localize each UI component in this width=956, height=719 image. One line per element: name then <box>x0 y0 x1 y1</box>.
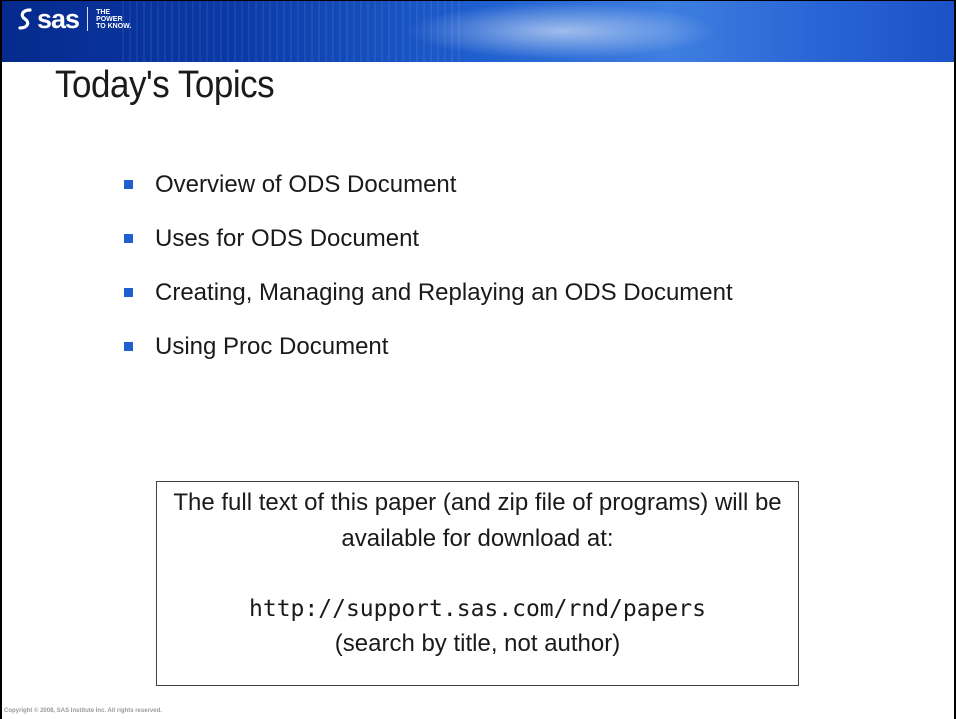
topic-item: Overview of ODS Document <box>124 170 733 224</box>
topic-item: Uses for ODS Document <box>124 224 733 278</box>
download-notice-box: The full text of this paper (and zip fil… <box>156 481 799 686</box>
copyright-notice: Copyright © 2008, SAS Institute Inc. All… <box>4 708 162 714</box>
topic-text: Creating, Managing and Replaying an ODS … <box>155 279 733 306</box>
logo-tagline: THE POWER TO KNOW. <box>96 9 146 30</box>
download-url: http://support.sas.com/rnd/papers <box>249 596 706 622</box>
topic-text: Using Proc Document <box>155 333 389 360</box>
topic-text: Overview of ODS Document <box>155 171 457 198</box>
topic-text: Uses for ODS Document <box>155 225 420 252</box>
sas-logo: sas THE POWER TO KNOW. <box>16 4 146 34</box>
topic-item: Creating, Managing and Replaying an ODS … <box>124 278 733 332</box>
square-bullet-icon <box>124 288 133 297</box>
tagline-line: TO KNOW. <box>96 22 132 30</box>
header-decoration <box>122 1 462 62</box>
square-bullet-icon <box>124 234 133 243</box>
header-banner: sas THE POWER TO KNOW. <box>2 1 954 62</box>
topic-list: Overview of ODS Document Uses for ODS Do… <box>124 170 733 386</box>
logo-wordmark: sas <box>37 4 80 34</box>
topic-item: Using Proc Document <box>124 332 733 386</box>
square-bullet-icon <box>124 180 133 189</box>
sas-swirl-icon <box>18 8 32 30</box>
square-bullet-icon <box>124 342 133 351</box>
slide-title: Today's Topics <box>55 64 275 106</box>
tagline-line: THE <box>96 8 111 16</box>
slide-frame-left <box>0 0 2 719</box>
tagline-line: POWER <box>96 15 123 23</box>
download-notice-text: The full text of this paper (and zip fil… <box>173 489 782 552</box>
search-hint: (search by title, not author) <box>334 630 621 657</box>
logo-separator <box>87 7 89 31</box>
